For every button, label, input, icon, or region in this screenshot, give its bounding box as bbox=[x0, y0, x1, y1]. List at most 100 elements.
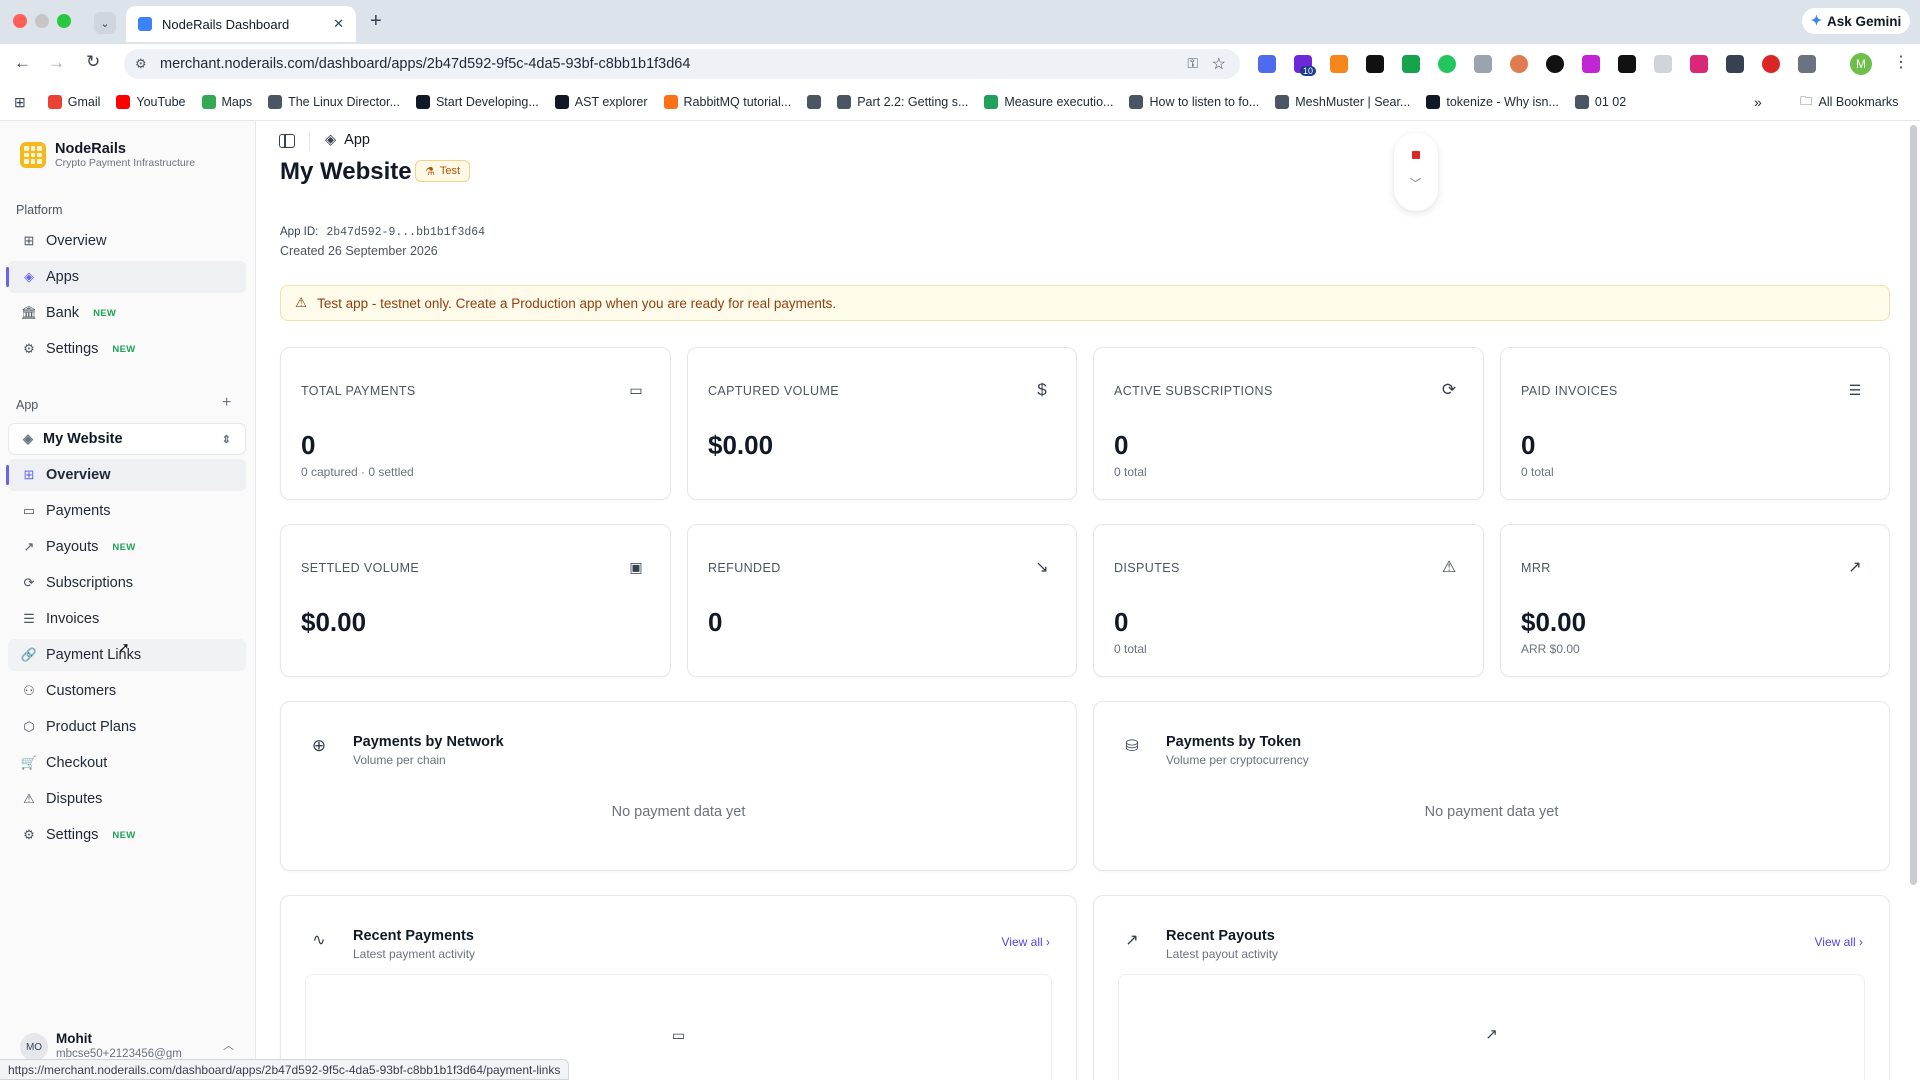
sidebar-item-payouts[interactable]: ↗ Payouts NEW bbox=[8, 531, 246, 563]
sidebar-item-subscriptions[interactable]: ⟳ Subscriptions bbox=[8, 567, 246, 599]
stat-label: ACTIVE SUBSCRIPTIONS bbox=[1114, 384, 1273, 398]
extension-icon[interactable] bbox=[1438, 55, 1456, 73]
bookmark-item[interactable] bbox=[807, 95, 822, 109]
app-selector[interactable]: ◈ My Website ⇕ bbox=[8, 423, 246, 455]
bookmark-item[interactable]: MeshMuster | Sear... bbox=[1275, 95, 1410, 109]
layers-icon: ◈ bbox=[325, 132, 337, 148]
extension-icon[interactable] bbox=[1618, 55, 1636, 73]
bookmark-item[interactable]: YouTube bbox=[116, 95, 186, 109]
sidebar-item-platform-overview[interactable]: ⊞ Overview bbox=[8, 225, 246, 257]
bookmark-item[interactable]: How to listen to fo... bbox=[1129, 95, 1259, 109]
app-id-value[interactable]: 2b47d592-9...bb1b1f3d64 bbox=[326, 226, 485, 239]
bookmark-favicon-icon bbox=[201, 95, 216, 109]
extension-icon[interactable] bbox=[1474, 55, 1492, 73]
grid-icon: ⊞ bbox=[23, 233, 35, 248]
users-icon: ⚇ bbox=[23, 683, 35, 698]
download-extension-icon[interactable] bbox=[1402, 55, 1420, 73]
stat-value: 0 bbox=[1521, 430, 1536, 460]
bookmark-star-icon[interactable]: ☆ bbox=[1212, 54, 1226, 74]
scrollbar[interactable] bbox=[1910, 125, 1917, 885]
apps-grid-icon[interactable]: ⊞ bbox=[14, 94, 26, 111]
more-bookmarks-icon[interactable]: » bbox=[1754, 94, 1762, 110]
sidebar-item-payments[interactable]: ▭ Payments bbox=[8, 495, 246, 527]
stat-value: 0 bbox=[301, 430, 316, 460]
layers-icon: ◈ bbox=[23, 431, 33, 446]
bookmark-item[interactable]: Measure executio... bbox=[984, 95, 1113, 109]
sidebar-item-bank[interactable]: 🏛 Bank NEW bbox=[8, 297, 246, 329]
sidebar-item-app-settings[interactable]: ⚙ Settings NEW bbox=[8, 819, 246, 851]
close-window-button[interactable] bbox=[13, 14, 27, 28]
browser-menu-icon[interactable]: ⋮ bbox=[1893, 52, 1909, 72]
password-key-icon[interactable]: ⚿ bbox=[1187, 55, 1198, 72]
breadcrumb-label[interactable]: App bbox=[344, 132, 370, 148]
bookmark-item[interactable]: Start Developing... bbox=[415, 95, 539, 109]
bookmark-item[interactable]: AST explorer bbox=[554, 95, 648, 109]
sidebar-item-checkout[interactable]: 🛒 Checkout bbox=[8, 747, 246, 779]
ask-gemini-button[interactable]: ✦ Ask Gemini bbox=[1802, 8, 1910, 34]
browser-chrome: ⌄ NodeRails Dashboard ✕ + ✦ Ask Gemini ←… bbox=[0, 0, 1920, 121]
site-info-icon[interactable]: ⚙ bbox=[135, 56, 147, 72]
view-all-payments-link[interactable]: View all › bbox=[1002, 935, 1050, 949]
sidebar-item-product-plans[interactable]: ⬡ Product Plans bbox=[8, 711, 246, 743]
extension-icon[interactable] bbox=[1654, 55, 1672, 73]
extension-icon[interactable] bbox=[1726, 55, 1744, 73]
metamask-icon[interactable] bbox=[1330, 55, 1348, 73]
new-tab-button[interactable]: + bbox=[370, 11, 382, 31]
maximize-window-button[interactable] bbox=[57, 14, 71, 28]
bookmark-favicon-icon bbox=[47, 95, 62, 109]
gear-icon: ⚙ bbox=[23, 341, 35, 356]
recording-widget[interactable]: ﹀ bbox=[1394, 133, 1438, 211]
bookmark-item[interactable]: Part 2.2: Getting s... bbox=[837, 95, 968, 109]
view-all-label: View all bbox=[1814, 935, 1856, 949]
sidebar-item-platform-settings[interactable]: ⚙ Settings NEW bbox=[8, 333, 246, 365]
avatar-initials: MO bbox=[25, 1041, 43, 1053]
sidebar-item-invoices[interactable]: ☰ Invoices bbox=[8, 603, 246, 635]
stat-card-mrr: MRR ↗ $0.00 ARR $0.00 bbox=[1500, 524, 1890, 677]
bookmark-item[interactable]: Maps bbox=[201, 95, 252, 109]
panel-subtitle: Latest payment activity bbox=[353, 947, 476, 961]
sidebar-item-customers[interactable]: ⚇ Customers bbox=[8, 675, 246, 707]
claude-icon[interactable] bbox=[1510, 55, 1528, 73]
chevron-down-icon[interactable]: ﹀ bbox=[1410, 175, 1421, 191]
bookmark-item[interactable]: tokenize - Why isn... bbox=[1426, 95, 1559, 109]
extension-icon[interactable] bbox=[1762, 55, 1780, 73]
close-tab-icon[interactable]: ✕ bbox=[333, 16, 344, 32]
extension-icon[interactable] bbox=[1546, 55, 1564, 73]
brand[interactable]: NodeRails Crypto Payment Infrastructure bbox=[20, 141, 195, 169]
minimize-window-button[interactable] bbox=[35, 14, 49, 28]
bookmark-item[interactable]: Gmail bbox=[47, 95, 100, 109]
toggle-sidebar-icon[interactable] bbox=[279, 134, 295, 148]
all-bookmarks-button[interactable]: 🗀 All Bookmarks bbox=[1800, 92, 1898, 113]
record-stop-icon[interactable] bbox=[1412, 151, 1420, 159]
test-badge-label: Test bbox=[439, 165, 461, 177]
sidebar-item-disputes[interactable]: ⚠ Disputes bbox=[8, 783, 246, 815]
header-divider bbox=[309, 131, 310, 151]
sidebar-item-apps[interactable]: ◈ Apps bbox=[6, 261, 246, 293]
bookmark-item[interactable]: RabbitMQ tutorial... bbox=[663, 95, 791, 109]
address-bar[interactable]: ⚙ merchant.noderails.com/dashboard/apps/… bbox=[124, 49, 1240, 79]
sidebar-item-overview[interactable]: ⊞ Overview bbox=[6, 459, 246, 491]
bookmark-item[interactable]: 01 02 bbox=[1574, 95, 1626, 109]
reload-icon[interactable]: ↻ bbox=[86, 52, 100, 72]
arrow-up-right-icon: ↗ bbox=[1125, 932, 1139, 949]
empty-state-box: ↗ bbox=[1118, 974, 1865, 1080]
extension-icon[interactable] bbox=[1258, 55, 1276, 73]
extensions-puzzle-icon[interactable] bbox=[1798, 55, 1816, 73]
profile-avatar[interactable]: M bbox=[1850, 53, 1872, 75]
extension-icon[interactable] bbox=[1690, 55, 1708, 73]
bookmark-label: Part 2.2: Getting s... bbox=[857, 95, 969, 109]
sidebar-item-label: Payouts bbox=[46, 539, 99, 555]
stat-card-active-subscriptions: ACTIVE SUBSCRIPTIONS ⟳ 0 0 total bbox=[1093, 347, 1484, 500]
browser-tab[interactable]: NodeRails Dashboard ✕ bbox=[126, 6, 356, 42]
bookmark-item[interactable]: The Linux Director... bbox=[268, 95, 400, 109]
forward-icon[interactable]: → bbox=[48, 53, 65, 73]
testnet-warning-banner: ⚠ Test app - testnet only. Create a Prod… bbox=[280, 285, 1890, 321]
extension-icon[interactable] bbox=[1582, 55, 1600, 73]
add-app-icon[interactable]: + bbox=[222, 394, 231, 412]
medium-icon[interactable] bbox=[1366, 55, 1384, 73]
view-all-payouts-link[interactable]: View all › bbox=[1815, 935, 1863, 949]
brand-tagline: Crypto Payment Infrastructure bbox=[55, 157, 196, 169]
back-icon[interactable]: ← bbox=[14, 53, 31, 73]
tab-favicon-icon bbox=[138, 17, 152, 31]
tab-search-button[interactable]: ⌄ bbox=[94, 12, 116, 34]
